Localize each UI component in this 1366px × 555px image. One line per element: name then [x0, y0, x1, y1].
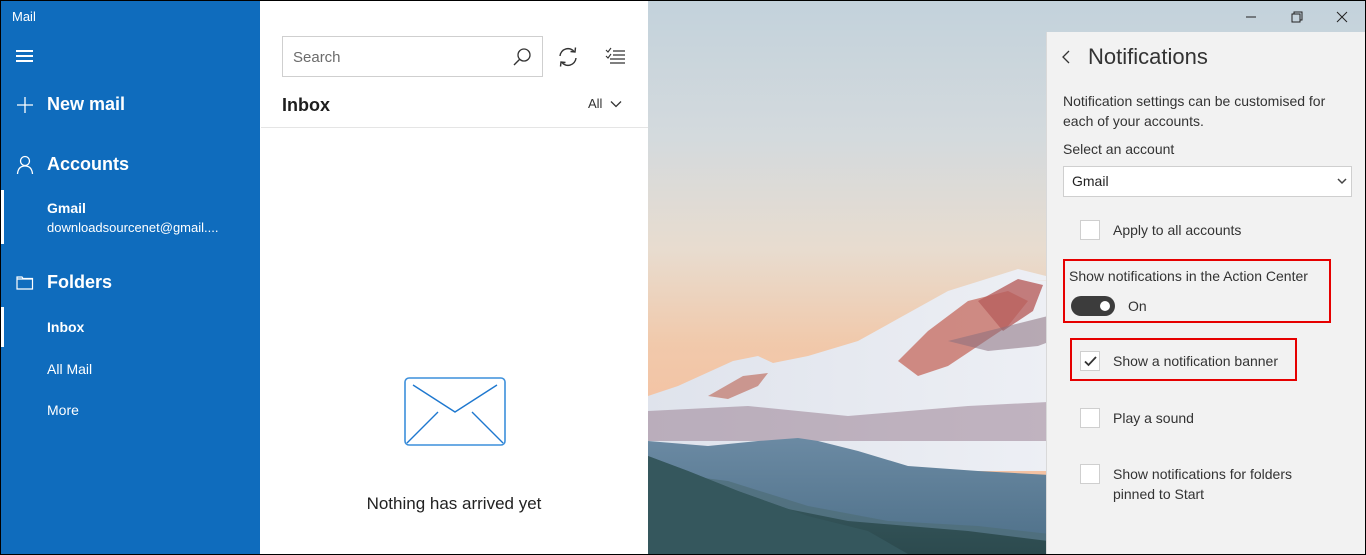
message-list-pane: Inbox All Nothing has arrived yet [260, 1, 648, 554]
selected-account: Gmail [1072, 173, 1109, 189]
folders-label: Folders [47, 272, 113, 292]
close-button[interactable] [1319, 1, 1365, 33]
minimize-button[interactable] [1228, 1, 1274, 33]
empty-state-message: Nothing has arrived yet [366, 494, 542, 513]
folder-icon [16, 276, 34, 290]
chevron-down-icon [1337, 178, 1347, 185]
navigation-pane: Mail New mail Accounts Gmail downloadsou… [1, 1, 260, 554]
folder-label: All Mail [47, 361, 93, 377]
checkbox[interactable] [1080, 220, 1100, 240]
checkbox[interactable] [1080, 351, 1100, 371]
checkmark-icon [1084, 356, 1097, 367]
close-icon [1336, 11, 1348, 23]
checkbox-label: Show notifications for folders pinned to… [1113, 466, 1292, 502]
selected-indicator [1, 190, 4, 244]
envelope-icon [404, 377, 506, 446]
select-account-label: Select an account [1063, 141, 1175, 157]
filter-label: All [588, 96, 603, 111]
account-name: Gmail [47, 200, 86, 216]
account-select[interactable]: Gmail [1063, 166, 1352, 197]
checkbox-label: Play a sound [1113, 410, 1194, 426]
divider [261, 127, 648, 128]
notification-banner-checkbox[interactable]: Show a notification banner [1080, 351, 1278, 371]
new-mail-button[interactable]: New mail [1, 91, 260, 119]
selected-indicator [1, 307, 4, 347]
back-arrow-icon[interactable] [1059, 48, 1075, 66]
checkbox[interactable] [1080, 408, 1100, 428]
mail-window: Mail New mail Accounts Gmail downloadsou… [1, 1, 1365, 554]
minimize-icon [1246, 16, 1256, 18]
account-gmail[interactable]: Gmail downloadsourcenet@gmail.... [1, 190, 260, 244]
search-input[interactable] [293, 46, 503, 68]
notifications-settings-pane: Notifications Notification settings can … [1046, 32, 1365, 554]
accounts-label: Accounts [47, 154, 130, 174]
selection-mode-icon[interactable] [604, 45, 628, 69]
accounts-button[interactable]: Accounts [1, 151, 260, 179]
folder-label: More [47, 402, 79, 418]
folder-more[interactable]: More [1, 392, 260, 428]
play-sound-checkbox[interactable]: Play a sound [1080, 408, 1194, 428]
search-icon[interactable] [512, 47, 532, 67]
new-mail-label: New mail [47, 94, 126, 114]
action-center-label: Show notifications in the Action Center [1069, 268, 1308, 284]
plus-icon [17, 97, 33, 113]
restore-icon [1291, 11, 1303, 23]
toggle-state-label: On [1128, 298, 1147, 314]
pane-title: Notifications [1088, 44, 1208, 69]
account-email: downloadsourcenet@gmail.... [47, 220, 219, 235]
checkbox[interactable] [1080, 464, 1100, 484]
restore-button[interactable] [1274, 1, 1320, 33]
folder-inbox[interactable]: Inbox [1, 307, 260, 347]
pane-description: Notification settings can be customised … [1063, 93, 1326, 129]
hamburger-menu-icon[interactable] [16, 49, 34, 63]
sync-icon[interactable] [556, 45, 580, 69]
app-title: Mail [12, 9, 36, 24]
folder-all-mail[interactable]: All Mail [1, 351, 260, 387]
action-center-toggle[interactable] [1071, 296, 1115, 316]
pinned-folders-checkbox[interactable]: Show notifications for folders pinned to… [1080, 464, 1340, 504]
checkbox-label: Show a notification banner [1113, 353, 1278, 369]
apply-all-accounts-checkbox[interactable]: Apply to all accounts [1080, 220, 1241, 240]
toggle-knob [1100, 301, 1110, 311]
folder-title: Inbox [282, 95, 330, 115]
filter-dropdown[interactable]: All [588, 96, 622, 111]
folder-label: Inbox [47, 319, 85, 335]
person-icon [16, 155, 34, 175]
folders-button[interactable]: Folders [1, 269, 260, 297]
checkbox-label: Apply to all accounts [1113, 222, 1242, 238]
chevron-down-icon [610, 100, 622, 107]
search-box [282, 36, 543, 77]
